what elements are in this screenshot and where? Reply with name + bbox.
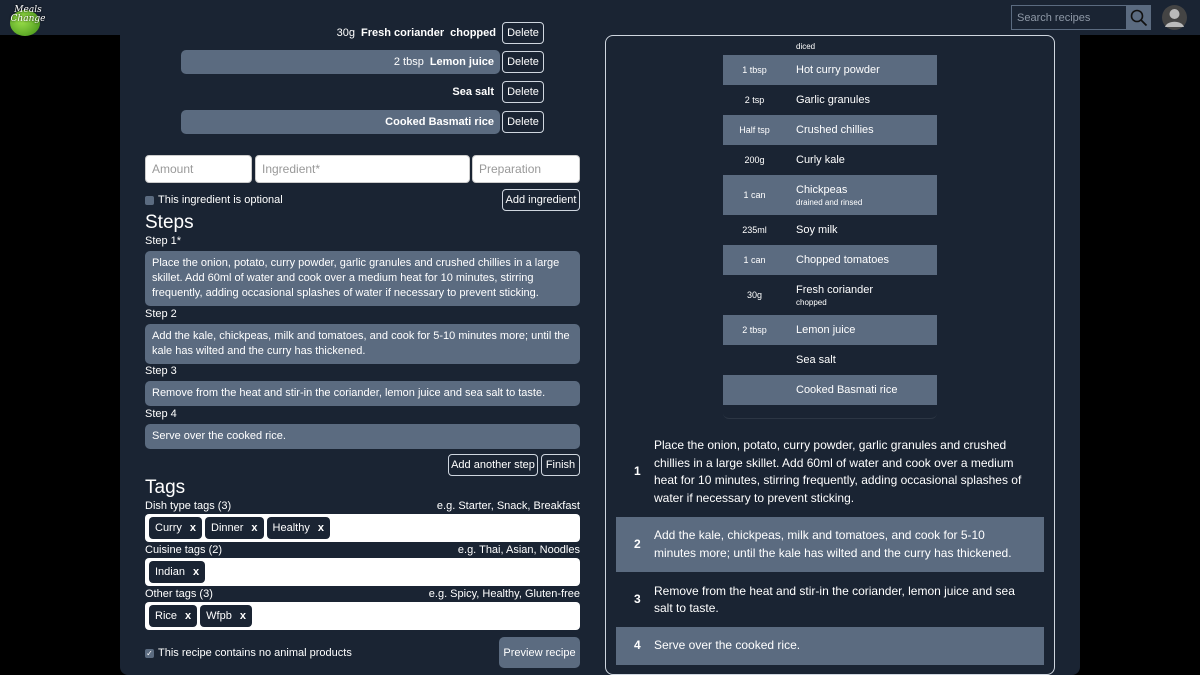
amount-input[interactable]: Amount (145, 155, 252, 183)
preview-step-text: Place the onion, potato, curry powder, g… (654, 438, 1022, 505)
dish-tags-label: Dish type tags (3) (145, 500, 232, 512)
step-textarea[interactable]: Serve over the cooked rice. (145, 424, 580, 449)
tag-chip: Healthy x (266, 517, 330, 539)
add-ingredient-button[interactable]: Add ingredient (502, 189, 580, 211)
remove-tag-button[interactable]: x (318, 522, 324, 534)
step-label: Step 3 (145, 365, 177, 377)
steps-heading: Steps (145, 212, 194, 233)
preview-step: 4 Serve over the cooked rice. (616, 627, 1044, 665)
preparation-input[interactable]: Preparation (472, 155, 580, 183)
preview-step: 3 Remove from the heat and stir-in the c… (616, 580, 1044, 620)
step-label: Step 1* (145, 235, 182, 247)
search-button[interactable] (1127, 5, 1151, 30)
delete-ingredient-button[interactable]: Delete (502, 81, 544, 103)
delete-ingredient-button[interactable]: Delete (502, 111, 544, 133)
optional-ingredient-checkbox[interactable]: This ingredient is optional (145, 194, 283, 206)
preview-recipe-button[interactable]: Preview recipe (499, 637, 580, 668)
cuisine-tags-hint: e.g. Thai, Asian, Noodles (457, 544, 580, 556)
preview-step: 2 Add the kale, chickpeas, milk and toma… (616, 517, 1044, 572)
preview-step-number: 2 (634, 536, 641, 551)
other-tags-input[interactable]: Rice x Wfpb x (145, 602, 580, 630)
preview-ingredient-row: 30g Fresh coriander chopped (746, 283, 874, 307)
preview-ingredient-row: 1 can Chickpeas drained and rinsed (723, 175, 937, 215)
preview-ingredient-row: 2 tsp Garlic granules (744, 94, 870, 106)
cuisine-tags-input[interactable]: Indian x (145, 558, 580, 586)
step-textarea[interactable]: Remove from the heat and stir-in the cor… (145, 381, 580, 406)
tag-chip: Wfpb x (200, 605, 252, 627)
ingredient-amount: 2 tbsp (393, 56, 424, 68)
preview-ingredient-row: Sea salt (796, 354, 836, 366)
preview-ingredient-table: diced 1 tbsp Hot curry powder 2 tsp Garlic… (723, 36, 937, 419)
user-avatar-icon[interactable] (1162, 5, 1187, 30)
logo-text: Meals Change (10, 5, 46, 24)
vegan-checkbox[interactable]: ✓ This recipe contains no animal product… (145, 647, 352, 659)
ingredient-amount: 30g (336, 27, 356, 39)
preview-step-text: Serve over the cooked rice. (654, 638, 801, 653)
tag-chip: Indian x (149, 561, 206, 583)
checkbox-checked-icon[interactable]: ✓ (145, 648, 154, 658)
other-tags-label: Other tags (3) (145, 588, 213, 600)
tag-chip: Dinner x (205, 517, 264, 539)
search-input[interactable] (1011, 5, 1127, 30)
remove-tag-button[interactable]: x (185, 610, 191, 622)
preview-step-number: 3 (634, 592, 641, 607)
finish-button[interactable]: Finish (541, 454, 580, 476)
tags-heading: Tags (145, 477, 186, 498)
optional-label: This ingredient is optional (158, 194, 283, 206)
remove-tag-button[interactable]: x (190, 522, 196, 534)
step-label: Step 2 (145, 308, 177, 320)
ingredient-name: Cooked Basmati rice (385, 116, 494, 128)
remove-tag-button[interactable]: x (193, 566, 199, 578)
step-textarea[interactable]: Add the kale, chickpeas, milk and tomato… (145, 324, 580, 364)
add-step-button[interactable]: Add another step (448, 454, 538, 476)
ingredient-input[interactable]: Ingredient* (255, 155, 470, 183)
preview-ingredient-prep: diced (796, 41, 816, 51)
cuisine-tags-label: Cuisine tags (2) (145, 544, 223, 556)
tag-chip: Curry x (149, 517, 203, 539)
remove-tag-button[interactable]: x (251, 522, 257, 534)
preview-ingredient-row: 235ml Soy milk (742, 224, 838, 236)
preview-step-text: Remove from the heat and stir-in the cor… (654, 583, 1015, 616)
preview-ingredient-row: 1 tbsp Hot curry powder (723, 55, 937, 85)
top-navbar: Meals Change (0, 0, 1200, 36)
ingredient-row: Cooked Basmati rice (181, 110, 500, 134)
vegan-label: This recipe contains no animal products (158, 647, 352, 659)
step-textarea[interactable]: Place the onion, potato, curry powder, g… (145, 251, 580, 306)
ingredient-name: Sea salt (452, 86, 494, 98)
dish-tags-hint: e.g. Starter, Snack, Breakfast (436, 500, 580, 512)
search-icon (1130, 9, 1148, 26)
preview-ingredient-row: 1 can Chopped tomatoes (723, 245, 937, 275)
preview-step-number: 1 (634, 464, 641, 479)
preview-ingredient-row: Half tsp Crushed chillies (723, 115, 937, 145)
preview-step-text: Add the kale, chickpeas, milk and tomato… (654, 528, 1012, 560)
preview-step: 1 Place the onion, potato, curry powder,… (616, 436, 1044, 508)
step-label: Step 4 (145, 408, 177, 420)
ingredient-name: Fresh coriander (361, 27, 445, 39)
checkbox-box[interactable] (145, 195, 154, 205)
preview-step-number: 4 (634, 638, 641, 653)
dish-tags-input[interactable]: Curry x Dinner x Healthy x (145, 514, 580, 542)
remove-tag-button[interactable]: x (240, 610, 246, 622)
preview-ingredient-row: diced (723, 36, 937, 55)
preview-ingredient-row: Cooked Basmati rice (723, 375, 937, 405)
ingredient-prep: chopped (450, 27, 496, 39)
preview-ingredient-row: 200g Curly kale (744, 154, 845, 166)
ingredient-name: Lemon juice (429, 56, 494, 68)
ingredient-row: 2 tbsp Lemon juice (181, 50, 500, 74)
delete-ingredient-button[interactable]: Delete (502, 22, 544, 44)
preview-ingredient-row: 2 tbsp Lemon juice (723, 315, 937, 345)
delete-ingredient-button[interactable]: Delete (502, 51, 544, 73)
ingredient-row: Sea salt (181, 80, 500, 104)
search-bar (1011, 5, 1151, 30)
ingredient-row: 30g Fresh coriander chopped (181, 21, 502, 45)
other-tags-hint: e.g. Spicy, Healthy, Gluten-free (428, 588, 580, 600)
site-logo[interactable]: Meals Change (8, 4, 45, 36)
recipe-preview-panel: diced 1 tbsp Hot curry powder 2 tsp Garlic… (605, 35, 1055, 675)
tag-chip: Rice x (149, 605, 198, 627)
